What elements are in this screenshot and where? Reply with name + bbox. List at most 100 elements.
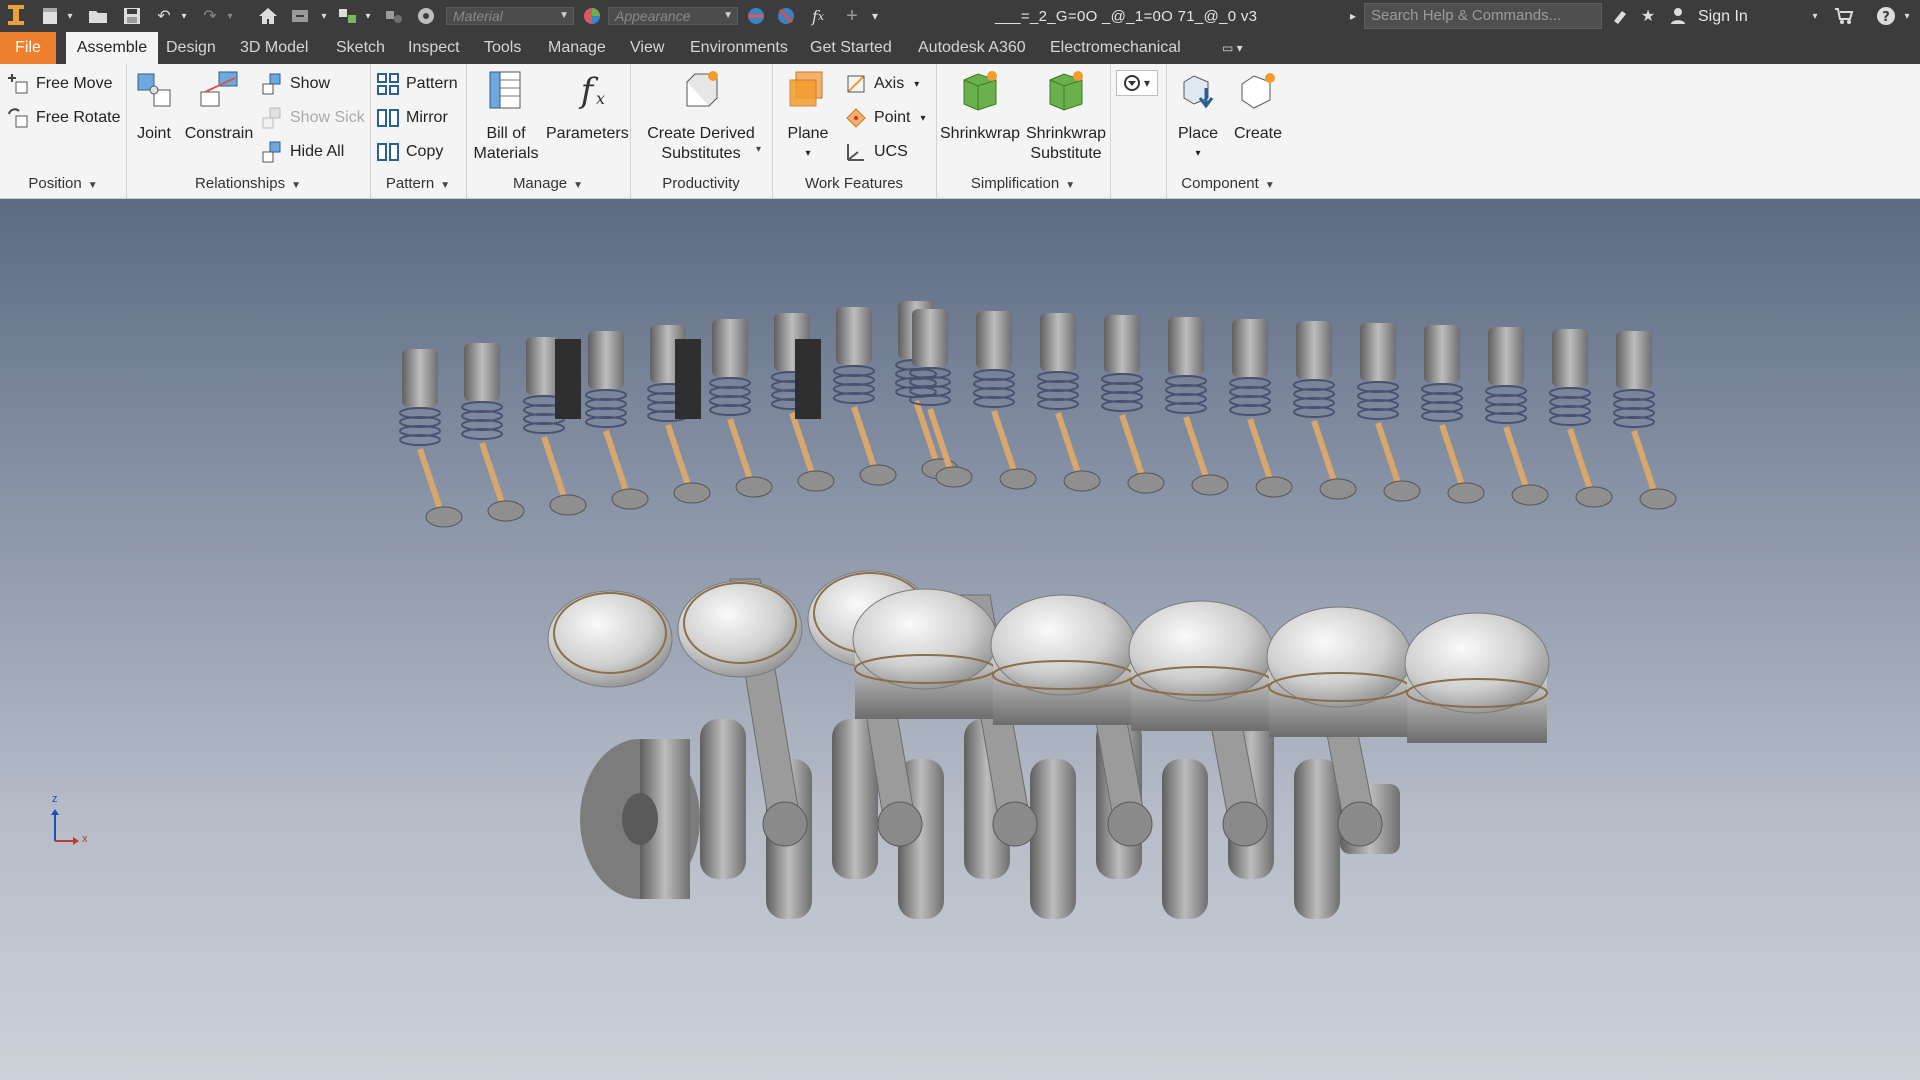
left-valve-stem	[417, 448, 443, 510]
tab-inspect[interactable]: Inspect	[404, 32, 464, 64]
free-move-button[interactable]: Free Move	[6, 70, 112, 98]
panel-relationships-title[interactable]: Relationships ▼	[126, 172, 370, 196]
panel-manage-title[interactable]: Manage ▼	[466, 172, 630, 196]
free-rotate-button[interactable]: Free Rotate	[6, 104, 120, 132]
app-logo-icon[interactable]	[4, 5, 28, 27]
appearance-dropdown[interactable]: Appearance ▼	[608, 7, 738, 25]
tab-3d-model[interactable]: 3D Model	[236, 32, 312, 64]
show-button[interactable]: Show	[260, 70, 330, 98]
add-plus-icon[interactable]: +	[840, 5, 864, 27]
pistons[interactable]	[547, 570, 1550, 743]
binoculars-icon[interactable]	[1608, 5, 1632, 27]
plane-dropdown-icon[interactable]: ▾	[778, 144, 838, 164]
pattern-button[interactable]: Pattern	[376, 70, 458, 98]
parameters-fx-icon[interactable]: fx	[806, 5, 830, 27]
help-icon[interactable]: ?	[1874, 5, 1898, 27]
panel-pattern-title[interactable]: Pattern ▼	[370, 172, 466, 196]
tab-view[interactable]: View	[626, 32, 668, 64]
cds-dropdown-icon[interactable]: ▾	[756, 144, 761, 155]
chevron-down-icon: ▼	[559, 10, 569, 21]
tab-design[interactable]: Design	[162, 32, 220, 64]
show-sick-button[interactable]: Show Sick	[260, 104, 365, 132]
constrain-button[interactable]: Constrain	[184, 68, 254, 144]
place-dropdown-icon[interactable]: ▾	[1170, 144, 1226, 164]
copy-button[interactable]: Copy	[376, 138, 443, 166]
create-derived-substitutes-button[interactable]: Create Derived Substitutes	[642, 68, 760, 164]
customize-qat-icon[interactable]: ▾	[866, 5, 884, 27]
right-valve-stem	[1439, 424, 1465, 486]
tab-sketch[interactable]: Sketch	[332, 32, 389, 64]
update-icon[interactable]	[382, 5, 406, 27]
piston-right	[1128, 600, 1274, 702]
color-wheel-icon[interactable]	[414, 5, 438, 27]
right-valve-head	[999, 468, 1037, 490]
return-icon[interactable]	[288, 5, 312, 27]
panel-position-title[interactable]: Position ▼	[0, 172, 126, 196]
panel-simplification-title[interactable]: Simplification ▼	[936, 172, 1110, 196]
sign-in-link[interactable]: Sign In	[1698, 8, 1748, 26]
search-input[interactable]: Search Help & Commands...	[1364, 3, 1602, 29]
place-button[interactable]: Place ▾	[1170, 68, 1226, 164]
save-icon[interactable]	[120, 5, 144, 27]
return-dropdown-icon[interactable]: ▾	[318, 5, 330, 27]
open-folder-icon[interactable]	[86, 5, 110, 27]
redo-dropdown-icon[interactable]: ▾	[224, 5, 236, 27]
tab-tools[interactable]: Tools	[480, 32, 525, 64]
left-valve-head	[735, 476, 773, 498]
axis-dropdown-icon[interactable]: ▾	[914, 79, 919, 90]
tab-electromechanical[interactable]: Electromechanical	[1046, 32, 1185, 64]
ucs-button[interactable]: UCS	[844, 138, 908, 166]
tab-manage[interactable]: Manage	[544, 32, 610, 64]
right-valve-head	[1447, 482, 1485, 504]
material-dropdown[interactable]: Material ▼	[446, 7, 574, 25]
shrinkwrap-button[interactable]: Shrinkwrap	[940, 68, 1020, 144]
tab-file[interactable]: File	[0, 32, 56, 64]
expand-arrow-icon[interactable]: ▸	[1346, 5, 1360, 27]
plane-button[interactable]: Plane ▾	[778, 68, 838, 164]
tab-autodesk-a360[interactable]: Autodesk A360	[914, 32, 1030, 64]
view-triad: z x	[40, 793, 100, 849]
panel-work-features-title[interactable]: Work Features	[772, 172, 936, 196]
tab-assemble[interactable]: Assemble	[66, 32, 158, 64]
tab-environments[interactable]: Environments	[686, 32, 792, 64]
panel-pattern: Pattern Mirror Copy Pattern ▼	[370, 64, 467, 198]
joint-button[interactable]: Joint	[134, 68, 174, 144]
clear-appearance-icon[interactable]	[774, 5, 798, 27]
appearance-sphere-icon[interactable]	[580, 5, 604, 27]
help-dropdown-icon[interactable]: ▾	[1900, 5, 1914, 27]
point-dropdown-icon[interactable]: ▾	[920, 113, 925, 124]
select-priority-icon[interactable]	[336, 5, 360, 27]
cart-icon[interactable]	[1832, 5, 1856, 27]
panel-component-title[interactable]: Component ▼	[1166, 172, 1290, 196]
panel-productivity-title[interactable]: Productivity	[630, 172, 772, 196]
hide-all-button[interactable]: Hide All	[260, 138, 344, 166]
undo-dropdown-icon[interactable]: ▾	[178, 5, 190, 27]
right-valve-cap	[1040, 313, 1076, 371]
new-dropdown-icon[interactable]: ▾	[64, 5, 76, 27]
ribbon-display-toggle-icon[interactable]: ▭ ▾	[1218, 32, 1247, 64]
bill-of-materials-button[interactable]: Bill of Materials	[470, 68, 542, 164]
rod-big-end	[1107, 801, 1153, 847]
home-icon[interactable]	[256, 5, 280, 27]
shrinkwrap-substitute-button[interactable]: Shrinkwrap Substitute	[1024, 68, 1108, 164]
adjust-appearance-icon[interactable]	[744, 5, 768, 27]
more-options-dropdown[interactable]: ▾	[1116, 70, 1158, 96]
axis-icon	[847, 75, 865, 93]
point-button[interactable]: Point ▾	[844, 104, 926, 132]
sign-in-dropdown-icon[interactable]: ▾	[1808, 5, 1822, 27]
user-icon[interactable]	[1668, 5, 1688, 27]
engine-assembly-model[interactable]	[0, 199, 1920, 1080]
axis-button[interactable]: Axis ▾	[844, 70, 919, 98]
favorites-star-icon[interactable]: ★	[1636, 5, 1660, 27]
new-file-icon[interactable]	[38, 5, 62, 27]
graphics-viewport[interactable]: z x	[0, 199, 1920, 1080]
mirror-button[interactable]: Mirror	[376, 104, 448, 132]
select-dropdown-icon[interactable]: ▾	[362, 5, 374, 27]
redo-icon[interactable]: ↷	[198, 5, 222, 27]
valve-train[interactable]	[399, 301, 1677, 528]
create-button[interactable]: Create	[1230, 68, 1286, 144]
undo-icon[interactable]: ↶	[152, 5, 176, 27]
tab-get-started[interactable]: Get Started	[806, 32, 896, 64]
parameters-button[interactable]: fx Parameters	[546, 68, 629, 144]
ucs-icon	[847, 144, 864, 161]
